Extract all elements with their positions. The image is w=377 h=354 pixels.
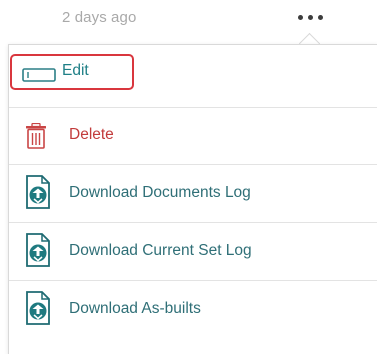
download-file-icon [25, 175, 51, 209]
more-horizontal-icon-dot-2 [307, 14, 313, 20]
menu-item-label-edit: Edit [62, 62, 89, 79]
actions-menu: Edit Delete Download Documents Log Downl… [8, 44, 377, 354]
more-horizontal-icon-dot-3 [317, 14, 323, 20]
menu-item-label-download-current-set-log: Download Current Set Log [69, 242, 252, 259]
menu-item-label-download-as-builts: Download As-builts [69, 300, 201, 317]
download-file-icon [25, 233, 51, 267]
more-horizontal-icon [297, 14, 303, 20]
menu-item-label-download-documents-log: Download Documents Log [69, 184, 251, 201]
download-file-icon [25, 291, 51, 325]
menu-item-edit[interactable]: Edit [9, 45, 377, 107]
page: 2 days ago Edit Delete Download Document… [0, 0, 377, 354]
more-options-button[interactable] [290, 6, 330, 28]
menu-item-label-delete: Delete [69, 126, 114, 143]
menu-item-download-documents-log[interactable]: Download Documents Log [9, 165, 377, 221]
trash-icon [25, 123, 47, 149]
divider [9, 107, 377, 108]
menu-item-download-current-set-log[interactable]: Download Current Set Log [9, 223, 377, 279]
timestamp: 2 days ago [62, 9, 137, 26]
activity-row: 2 days ago [0, 0, 377, 42]
edit-bar-icon [22, 68, 56, 82]
menu-item-delete[interactable]: Delete [9, 109, 377, 163]
menu-item-download-as-builts[interactable]: Download As-builts [9, 281, 377, 337]
